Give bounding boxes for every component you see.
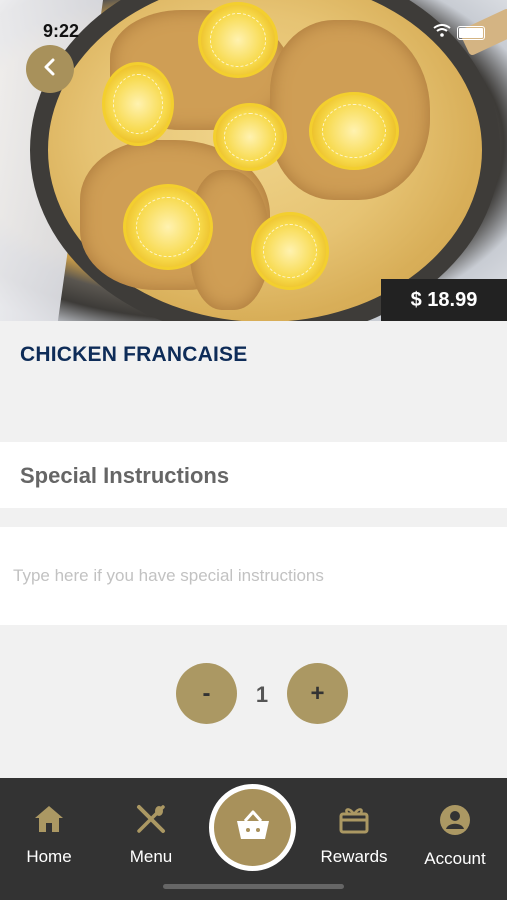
quantity-value: 1 bbox=[255, 682, 269, 707]
home-icon bbox=[33, 804, 65, 839]
home-indicator bbox=[163, 884, 344, 889]
account-icon bbox=[439, 804, 471, 841]
decrement-button[interactable]: - bbox=[176, 663, 237, 724]
item-info-section bbox=[0, 321, 507, 441]
nav-label-rewards: Rewards bbox=[320, 847, 388, 866]
gift-icon bbox=[338, 804, 370, 839]
battery-icon bbox=[457, 26, 485, 40]
price-tag: $ 18.99 bbox=[381, 279, 507, 321]
cart-button[interactable] bbox=[209, 784, 296, 871]
nav-label-menu: Menu bbox=[129, 847, 173, 866]
nav-item-menu[interactable]: Menu bbox=[106, 804, 196, 867]
item-title: CHICKEN FRANCAISE bbox=[20, 343, 248, 366]
chevron-left-icon bbox=[43, 58, 57, 81]
dish-photo bbox=[0, 0, 507, 321]
nav-label-account: Account bbox=[424, 849, 486, 868]
back-button[interactable] bbox=[26, 45, 74, 93]
status-time: 9:22 bbox=[43, 21, 80, 41]
increment-button[interactable]: + bbox=[287, 663, 348, 724]
special-instructions-input[interactable] bbox=[0, 527, 507, 625]
nav-label-home: Home bbox=[26, 847, 72, 866]
utensils-icon bbox=[135, 804, 167, 839]
nav-item-rewards[interactable]: Rewards bbox=[309, 804, 399, 867]
nav-item-account[interactable]: Account bbox=[410, 804, 500, 869]
nav-item-home[interactable]: Home bbox=[4, 804, 94, 867]
wifi-icon bbox=[433, 24, 451, 42]
basket-icon bbox=[235, 809, 271, 846]
special-instructions-label: Special Instructions bbox=[20, 463, 230, 488]
status-icons bbox=[433, 24, 485, 42]
